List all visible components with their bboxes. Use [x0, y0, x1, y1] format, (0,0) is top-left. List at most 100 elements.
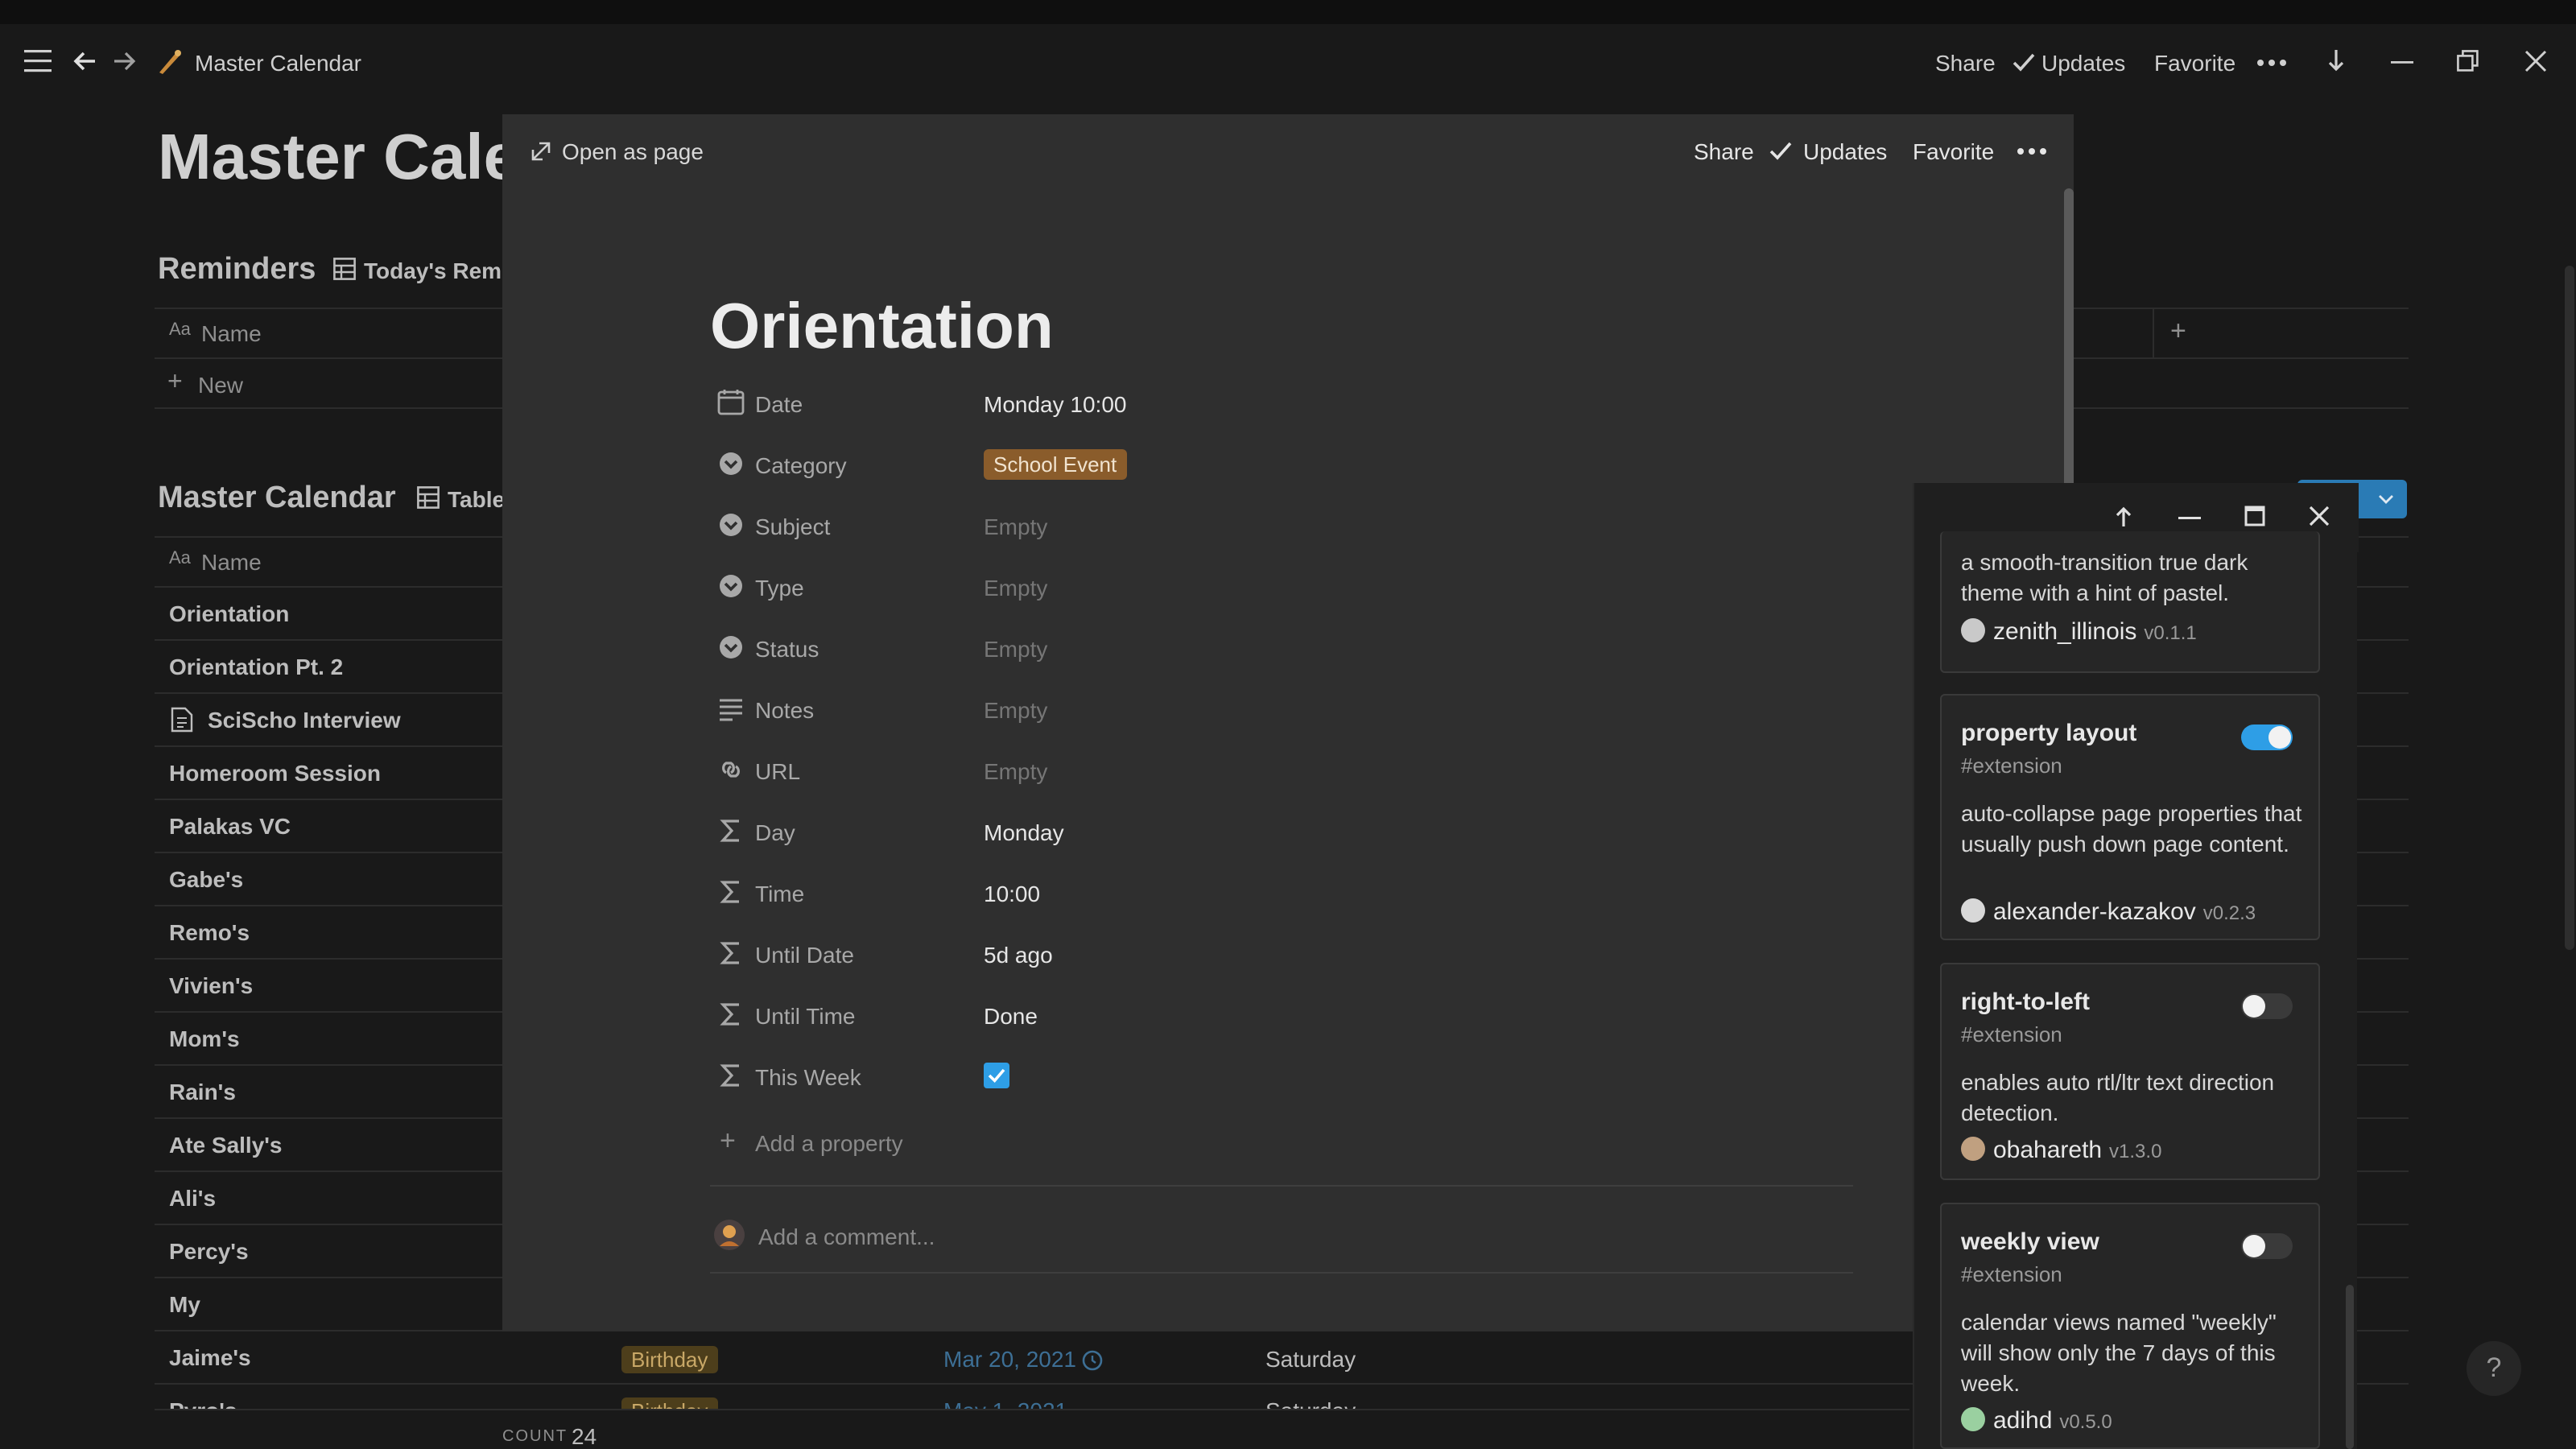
table-row[interactable]: Jaime's — [169, 1344, 251, 1370]
open-as-page-button[interactable]: Open as page — [562, 138, 704, 164]
property-label[interactable]: Category — [755, 452, 847, 478]
calendar-icon — [717, 390, 745, 415]
minimize-icon[interactable] — [2391, 48, 2413, 74]
table-row[interactable]: SciScho Interview — [208, 707, 401, 733]
property-label[interactable]: Until Time — [755, 1003, 855, 1029]
author-avatar — [1961, 618, 1985, 642]
panel-maximize-icon[interactable] — [2244, 506, 2265, 526]
property-label[interactable]: Subject — [755, 514, 830, 539]
modal-updates-button[interactable]: Updates — [1803, 138, 1887, 164]
restore-icon[interactable] — [2457, 50, 2479, 72]
panel-minimize-icon[interactable] — [2178, 507, 2201, 526]
add-property-button[interactable]: Add a property — [755, 1130, 903, 1156]
hamburger-menu-icon[interactable] — [24, 48, 53, 74]
calendar-name-header[interactable]: Name — [201, 549, 262, 575]
extension-toggle[interactable] — [2241, 993, 2293, 1019]
row-date[interactable]: Mar 20, 2021 — [943, 1346, 1076, 1372]
extension-toggle[interactable] — [2241, 1233, 2293, 1259]
extension-desc: a smooth-transition true dark theme with… — [1961, 549, 2248, 605]
table-row[interactable]: Palakas VC — [169, 813, 291, 839]
table-row[interactable]: Vivien's — [169, 972, 253, 998]
count-value: 24 — [572, 1423, 597, 1449]
property-label[interactable]: Type — [755, 575, 804, 601]
close-window-icon[interactable] — [2524, 50, 2547, 72]
property-value[interactable]: 5d ago — [984, 942, 1053, 968]
table-row[interactable]: Percy's — [169, 1238, 249, 1264]
table-row[interactable]: My — [169, 1291, 200, 1317]
pin-top-icon[interactable] — [2114, 506, 2133, 528]
expand-icon[interactable] — [531, 142, 551, 161]
download-icon[interactable] — [2326, 48, 2346, 74]
property-label[interactable]: Date — [755, 391, 803, 417]
extension-desc: auto-collapse page properties that usual… — [1961, 800, 2302, 857]
extension-title: property layout — [1961, 720, 2137, 747]
page-scrollbar[interactable] — [2565, 266, 2574, 950]
link-icon — [722, 762, 740, 778]
table-row[interactable]: Orientation Pt. 2 — [169, 654, 343, 679]
row-day: Saturday — [1265, 1346, 1356, 1372]
count-label: COUNT — [502, 1428, 568, 1446]
property-value[interactable]: Monday 10:00 — [984, 391, 1126, 417]
modal-favorite-button[interactable]: Favorite — [1913, 138, 1994, 164]
property-label[interactable]: Day — [755, 819, 795, 845]
property-value[interactable]: Done — [984, 1003, 1038, 1029]
comment-input[interactable]: Add a comment... — [758, 1224, 935, 1249]
more-options-icon[interactable] — [2256, 58, 2288, 68]
table-row[interactable]: Mom's — [169, 1026, 240, 1051]
property-label[interactable]: URL — [755, 758, 800, 784]
table-row[interactable]: Rain's — [169, 1079, 236, 1104]
page-peek-modal: Open as page Share Updates Favorite Orie… — [502, 114, 2074, 1331]
property-label[interactable]: Status — [755, 636, 819, 662]
share-button[interactable]: Share — [1935, 50, 1996, 76]
property-label[interactable]: Until Date — [755, 942, 854, 968]
master-calendar-view-tab[interactable]: Table — [448, 486, 505, 512]
chevron-down-icon[interactable] — [2376, 491, 2396, 507]
reminders-view-tab[interactable]: Today's Remi — [364, 258, 508, 283]
property-value[interactable]: Empty — [984, 575, 1047, 601]
new-row-button[interactable]: New — [198, 372, 243, 398]
property-label[interactable]: Time — [755, 881, 804, 906]
panel-scrollbar[interactable] — [2346, 1285, 2354, 1449]
breadcrumb[interactable]: Master Calendar — [195, 50, 361, 76]
property-value[interactable]: Empty — [984, 697, 1047, 723]
extension-toggle[interactable] — [2241, 724, 2293, 750]
modal-scrollbar-thumb[interactable] — [2064, 188, 2074, 494]
checkbox-checked-icon[interactable] — [984, 1063, 1009, 1088]
table-row[interactable]: Remo's — [169, 919, 250, 945]
property-label[interactable]: This Week — [755, 1064, 861, 1090]
panel-close-icon[interactable] — [2309, 506, 2330, 526]
property-label[interactable]: Notes — [755, 697, 814, 723]
property-value[interactable]: Empty — [984, 514, 1047, 539]
select-icon — [720, 636, 742, 658]
help-button[interactable]: ? — [2467, 1341, 2521, 1396]
formula-icon — [720, 1003, 739, 1026]
extension-card: weekly view #extension calendar views name… — [1940, 1203, 2320, 1449]
modal-share-button[interactable]: Share — [1694, 138, 1754, 164]
property-value[interactable]: 10:00 — [984, 881, 1040, 906]
modal-page-title[interactable]: Orientation — [710, 291, 1054, 364]
author-avatar — [1961, 898, 1985, 923]
category-tag[interactable]: School Event — [984, 449, 1127, 480]
modal-more-options-icon[interactable] — [2016, 147, 2048, 156]
table-view-icon — [333, 258, 356, 280]
property-value[interactable]: Empty — [984, 636, 1047, 662]
formula-icon — [720, 819, 739, 842]
table-row[interactable]: Ate Sally's — [169, 1132, 283, 1158]
reminders-title: Reminders — [158, 253, 316, 287]
page-emoji-icon — [159, 50, 181, 74]
table-row[interactable]: Gabe's — [169, 866, 243, 892]
forward-arrow-icon[interactable] — [111, 48, 137, 74]
window-top-strip — [0, 0, 2576, 24]
author-avatar — [1961, 1137, 1985, 1161]
back-arrow-icon[interactable] — [72, 48, 98, 74]
reminders-name-header[interactable]: Name — [201, 320, 262, 346]
favorite-button[interactable]: Favorite — [2154, 50, 2235, 76]
text-property-icon: Aa — [169, 320, 191, 340]
table-row[interactable]: Orientation — [169, 601, 289, 626]
add-column-icon[interactable]: + — [2170, 316, 2186, 348]
table-row[interactable]: Ali's — [169, 1185, 216, 1211]
updates-button[interactable]: Updates — [2041, 50, 2125, 76]
property-value[interactable]: Empty — [984, 758, 1047, 784]
table-row[interactable]: Homeroom Session — [169, 760, 381, 786]
property-value[interactable]: Monday — [984, 819, 1064, 845]
